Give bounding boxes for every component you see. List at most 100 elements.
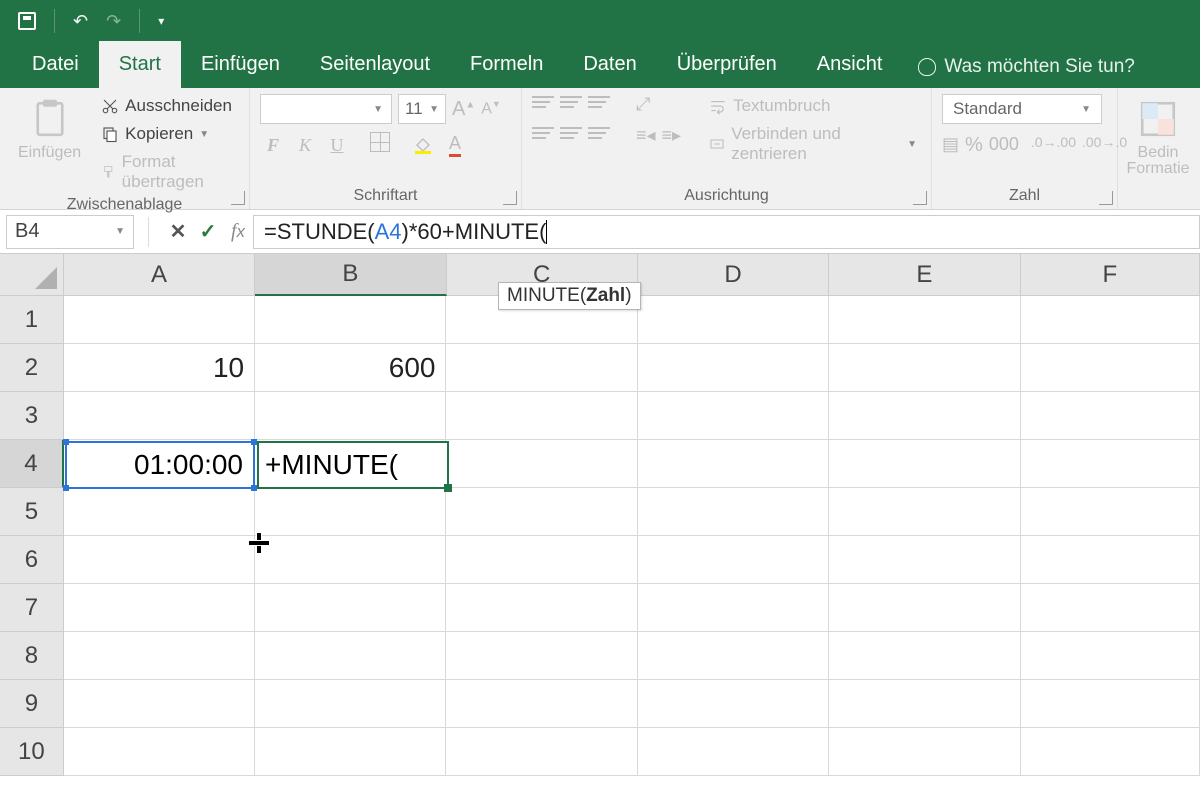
cell[interactable] xyxy=(446,680,637,728)
cell[interactable] xyxy=(638,584,829,632)
decrease-indent-icon[interactable]: ≡◂ xyxy=(636,125,656,146)
dialog-launcher-icon[interactable] xyxy=(913,191,927,205)
col-header-B[interactable]: B xyxy=(255,254,446,296)
row-header[interactable]: 6 xyxy=(0,536,64,584)
cell[interactable] xyxy=(446,440,637,488)
cell[interactable] xyxy=(1021,728,1200,776)
paste-button[interactable]: Einfügen xyxy=(10,94,89,194)
increase-indent-icon[interactable]: ≡▸ xyxy=(662,125,682,146)
underline-button[interactable]: U xyxy=(324,132,350,158)
percent-format-icon[interactable]: % xyxy=(965,134,983,157)
increase-decimal-icon[interactable]: .0→.00 xyxy=(1031,134,1076,157)
formula-input[interactable]: =STUNDE(A4)*60+MINUTE( xyxy=(253,215,1200,249)
dialog-launcher-icon[interactable] xyxy=(231,191,245,205)
qat-customize-button[interactable]: ▾ xyxy=(158,14,164,28)
cell[interactable] xyxy=(64,584,255,632)
tab-view[interactable]: Ansicht xyxy=(797,41,903,88)
cell-A4[interactable] xyxy=(64,440,255,488)
col-header-A[interactable]: A xyxy=(64,254,255,296)
cell[interactable] xyxy=(1021,392,1200,440)
grid-body[interactable]: 1 210600 3 4 5 6 7 8 9 10 01:00:00 +MINU… xyxy=(0,296,1200,776)
cell[interactable] xyxy=(1021,344,1200,392)
dialog-launcher-icon[interactable] xyxy=(1099,191,1113,205)
cell[interactable] xyxy=(829,488,1020,536)
cell[interactable] xyxy=(1021,584,1200,632)
cell[interactable] xyxy=(638,488,829,536)
cell[interactable] xyxy=(446,632,637,680)
borders-button[interactable] xyxy=(370,132,390,152)
redo-button[interactable]: ↷ xyxy=(106,11,121,32)
name-box[interactable]: B4 ▼ xyxy=(6,215,134,249)
comma-format-icon[interactable]: 000 xyxy=(989,134,1019,157)
row-header[interactable]: 5 xyxy=(0,488,64,536)
save-icon[interactable] xyxy=(18,12,36,30)
orientation-icon[interactable]: ⤢ xyxy=(636,94,650,115)
cell[interactable] xyxy=(829,440,1020,488)
cell[interactable] xyxy=(255,536,446,584)
col-header-F[interactable]: F xyxy=(1021,254,1200,296)
undo-button[interactable]: ↶ xyxy=(73,11,88,32)
cell[interactable] xyxy=(638,632,829,680)
cell[interactable] xyxy=(255,680,446,728)
cell[interactable] xyxy=(255,392,446,440)
col-header-D[interactable]: D xyxy=(638,254,829,296)
fx-button[interactable]: fx xyxy=(223,217,253,247)
conditional-formatting-button[interactable]: Bedin Formatie xyxy=(1128,94,1188,182)
font-family-select[interactable]: ▼ xyxy=(260,94,392,124)
cell[interactable] xyxy=(1021,488,1200,536)
tab-pagelayout[interactable]: Seitenlayout xyxy=(300,41,450,88)
cell[interactable] xyxy=(1021,536,1200,584)
align-right-icon[interactable] xyxy=(588,125,610,141)
cell[interactable] xyxy=(638,392,829,440)
bold-button[interactable]: F xyxy=(260,132,286,158)
cell-B2[interactable]: 600 xyxy=(255,344,446,392)
format-painter-button[interactable]: Format übertragen xyxy=(97,150,239,194)
cell[interactable] xyxy=(255,632,446,680)
copy-button[interactable]: Kopieren ▼ xyxy=(97,122,239,146)
col-header-E[interactable]: E xyxy=(829,254,1020,296)
cell[interactable] xyxy=(638,728,829,776)
cell[interactable] xyxy=(829,344,1020,392)
cell[interactable] xyxy=(64,632,255,680)
active-edit-cell[interactable]: +MINUTE( xyxy=(257,441,449,489)
tab-insert[interactable]: Einfügen xyxy=(181,41,300,88)
cell[interactable] xyxy=(829,728,1020,776)
cell[interactable] xyxy=(64,392,255,440)
row-header[interactable]: 2 xyxy=(0,344,64,392)
cell[interactable] xyxy=(64,296,255,344)
row-header[interactable]: 3 xyxy=(0,392,64,440)
cell[interactable] xyxy=(64,680,255,728)
align-bottom-icon[interactable] xyxy=(588,94,610,110)
font-size-select[interactable]: 11▼ xyxy=(398,94,446,124)
cell[interactable] xyxy=(829,632,1020,680)
increase-font-icon[interactable]: A▲ xyxy=(452,98,475,121)
tab-data[interactable]: Daten xyxy=(563,41,656,88)
decrease-font-icon[interactable]: A▼ xyxy=(481,99,501,118)
fill-handle[interactable] xyxy=(444,484,452,492)
tab-home[interactable]: Start xyxy=(99,41,181,88)
cell[interactable] xyxy=(446,728,637,776)
row-header[interactable]: 1 xyxy=(0,296,64,344)
enter-button[interactable]: ✓ xyxy=(193,217,223,247)
cell[interactable] xyxy=(446,584,637,632)
cell-A2[interactable]: 10 xyxy=(64,344,255,392)
merge-center-button[interactable]: Verbinden und zentrieren ▼ xyxy=(705,122,921,166)
tab-review[interactable]: Überprüfen xyxy=(657,41,797,88)
row-header[interactable]: 10 xyxy=(0,728,64,776)
cell[interactable] xyxy=(255,488,446,536)
accounting-format-icon[interactable]: ▤ xyxy=(942,134,959,157)
wrap-text-button[interactable]: Textumbruch xyxy=(705,94,921,118)
cell[interactable] xyxy=(255,584,446,632)
cell[interactable] xyxy=(829,296,1020,344)
cut-button[interactable]: Ausschneiden xyxy=(97,94,239,118)
row-header[interactable]: 4 xyxy=(0,440,64,488)
cell[interactable] xyxy=(446,344,637,392)
fill-color-button[interactable] xyxy=(410,132,436,158)
cell[interactable] xyxy=(638,680,829,728)
cell[interactable] xyxy=(638,440,829,488)
dialog-launcher-icon[interactable] xyxy=(503,191,517,205)
align-left-icon[interactable] xyxy=(532,125,554,141)
row-header[interactable]: 7 xyxy=(0,584,64,632)
font-color-button[interactable]: A xyxy=(442,132,468,158)
cell[interactable] xyxy=(1021,680,1200,728)
